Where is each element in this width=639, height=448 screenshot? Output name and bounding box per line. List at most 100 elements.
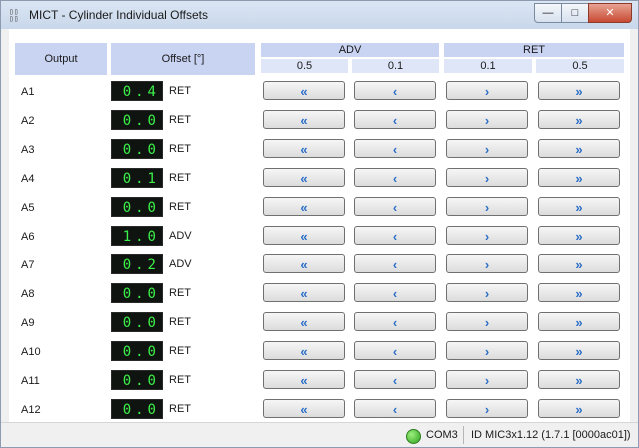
- adv-0-1-button[interactable]: ‹: [354, 370, 436, 389]
- adv-0-1-button[interactable]: ‹: [354, 312, 436, 331]
- adv-0-5-button[interactable]: «: [263, 254, 345, 273]
- ret-0-5-button[interactable]: »: [538, 341, 620, 360]
- adv-0-1-button[interactable]: ‹: [354, 197, 436, 216]
- status-divider: [463, 426, 464, 444]
- chevron-left-icon: ‹: [392, 229, 398, 244]
- offset-display: 0.0: [111, 197, 163, 217]
- ret-0-5-button[interactable]: »: [538, 399, 620, 418]
- output-label: A3: [21, 144, 35, 156]
- table-row: A11 0.0 RET « ‹ › »: [9, 370, 630, 394]
- ret-0-1-button[interactable]: ›: [446, 399, 528, 418]
- direction-label: RET: [169, 114, 191, 126]
- adv-0-1-button[interactable]: ‹: [354, 139, 436, 158]
- adv-0-1-button[interactable]: ‹: [354, 254, 436, 273]
- output-label: A6: [21, 231, 35, 243]
- adv-0-5-button[interactable]: «: [263, 341, 345, 360]
- maximize-icon: □: [571, 7, 579, 19]
- com-port-label: COM3: [426, 429, 458, 441]
- adv-0-1-button[interactable]: ‹: [354, 110, 436, 129]
- minimize-button[interactable]: —: [534, 3, 562, 23]
- adv-0-5-button[interactable]: «: [263, 312, 345, 331]
- direction-label: RET: [169, 172, 191, 184]
- chevron-left-icon: ‹: [392, 315, 398, 330]
- adv-0-5-button[interactable]: «: [263, 139, 345, 158]
- ret-0-1-button[interactable]: ›: [446, 312, 528, 331]
- main-window: ▯▯ ▯▯ MICT - Cylinder Individual Offsets …: [0, 0, 639, 448]
- adv-0-5-button[interactable]: «: [263, 226, 345, 245]
- double-chevron-right-icon: »: [575, 113, 583, 128]
- header-adv: ADV: [261, 43, 439, 57]
- ret-0-1-button[interactable]: ›: [446, 197, 528, 216]
- offset-display: 0.4: [111, 81, 163, 101]
- ret-0-5-button[interactable]: »: [538, 226, 620, 245]
- ret-0-1-button[interactable]: ›: [446, 341, 528, 360]
- double-chevron-right-icon: »: [575, 257, 583, 272]
- chevron-left-icon: ‹: [392, 344, 398, 359]
- output-label: A4: [21, 173, 35, 185]
- ret-0-5-button[interactable]: »: [538, 197, 620, 216]
- ret-0-5-button[interactable]: »: [538, 168, 620, 187]
- ret-0-1-button[interactable]: ›: [446, 110, 528, 129]
- direction-label: RET: [169, 85, 191, 97]
- chevron-right-icon: ›: [484, 171, 490, 186]
- chevron-left-icon: ‹: [392, 257, 398, 272]
- ret-0-5-button[interactable]: »: [538, 139, 620, 158]
- status-bar: COM3 ID MIC3x1.12 (1.7.1 [0000ac01]): [1, 422, 638, 447]
- ret-0-5-button[interactable]: »: [538, 312, 620, 331]
- chevron-left-icon: ‹: [392, 200, 398, 215]
- adv-0-5-button[interactable]: «: [263, 283, 345, 302]
- close-button[interactable]: ✕: [588, 3, 632, 23]
- ret-0-5-button[interactable]: »: [538, 370, 620, 389]
- ret-0-5-button[interactable]: »: [538, 254, 620, 273]
- double-chevron-right-icon: »: [575, 229, 583, 244]
- header-ret: RET: [444, 43, 624, 57]
- minimize-icon: —: [542, 7, 554, 19]
- ret-0-1-button[interactable]: ›: [446, 283, 528, 302]
- ret-0-5-button[interactable]: »: [538, 283, 620, 302]
- offset-display: 1.0: [111, 226, 163, 246]
- ret-0-1-button[interactable]: ›: [446, 168, 528, 187]
- adv-0-1-button[interactable]: ‹: [354, 341, 436, 360]
- adv-0-1-button[interactable]: ‹: [354, 283, 436, 302]
- adv-0-5-button[interactable]: «: [263, 197, 345, 216]
- double-chevron-right-icon: »: [575, 373, 583, 388]
- adv-0-5-button[interactable]: «: [263, 110, 345, 129]
- title-bar[interactable]: ▯▯ ▯▯ MICT - Cylinder Individual Offsets …: [1, 1, 638, 29]
- header-adv-step-01: 0.1: [352, 59, 439, 73]
- output-label: A7: [21, 259, 35, 271]
- table-row: A2 0.0 RET « ‹ › »: [9, 110, 630, 134]
- double-chevron-left-icon: «: [300, 113, 308, 128]
- ret-0-5-button[interactable]: »: [538, 81, 620, 100]
- output-label: A9: [21, 317, 35, 329]
- maximize-button[interactable]: □: [561, 3, 589, 23]
- adv-0-1-button[interactable]: ‹: [354, 81, 436, 100]
- adv-0-5-button[interactable]: «: [263, 168, 345, 187]
- chevron-left-icon: ‹: [392, 84, 398, 99]
- ret-0-1-button[interactable]: ›: [446, 226, 528, 245]
- adv-0-1-button[interactable]: ‹: [354, 226, 436, 245]
- adv-0-5-button[interactable]: «: [263, 399, 345, 418]
- table-row: A10 0.0 RET « ‹ › »: [9, 341, 630, 365]
- double-chevron-left-icon: «: [300, 171, 308, 186]
- ret-0-1-button[interactable]: ›: [446, 139, 528, 158]
- ret-0-1-button[interactable]: ›: [446, 81, 528, 100]
- output-label: A1: [21, 86, 35, 98]
- ret-0-5-button[interactable]: »: [538, 110, 620, 129]
- double-chevron-left-icon: «: [300, 200, 308, 215]
- chevron-left-icon: ‹: [392, 142, 398, 157]
- adv-0-5-button[interactable]: «: [263, 370, 345, 389]
- adv-0-1-button[interactable]: ‹: [354, 399, 436, 418]
- chevron-right-icon: ›: [484, 344, 490, 359]
- double-chevron-right-icon: »: [575, 286, 583, 301]
- header-output: Output: [15, 43, 107, 75]
- offset-display: 0.2: [111, 254, 163, 274]
- direction-label: ADV: [169, 258, 192, 270]
- direction-label: RET: [169, 374, 191, 386]
- offset-display: 0.0: [111, 283, 163, 303]
- ret-0-1-button[interactable]: ›: [446, 254, 528, 273]
- offset-display: 0.0: [111, 341, 163, 361]
- ret-0-1-button[interactable]: ›: [446, 370, 528, 389]
- adv-0-5-button[interactable]: «: [263, 81, 345, 100]
- double-chevron-right-icon: »: [575, 171, 583, 186]
- adv-0-1-button[interactable]: ‹: [354, 168, 436, 187]
